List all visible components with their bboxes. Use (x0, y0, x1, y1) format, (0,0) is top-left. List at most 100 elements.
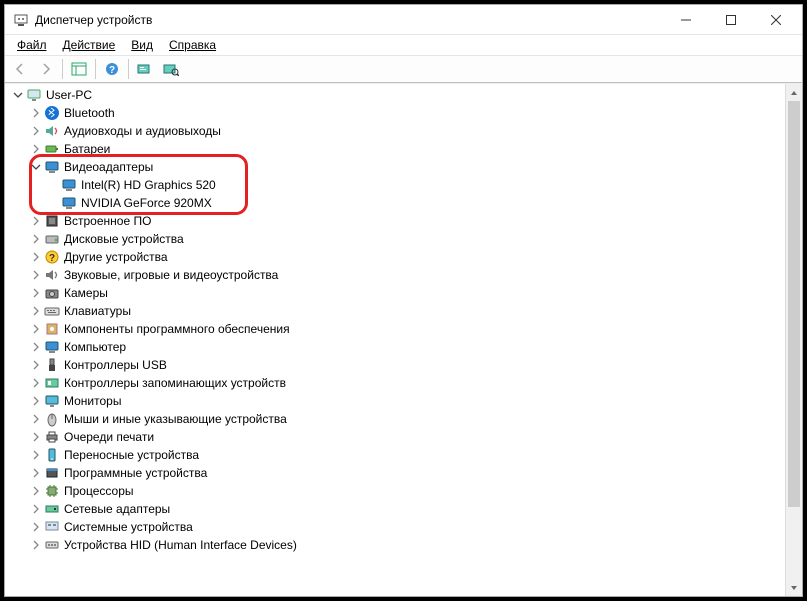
tree-label: Intel(R) HD Graphics 520 (81, 176, 216, 194)
tree-node-keyboards[interactable]: Клавиатуры (7, 302, 785, 320)
tree-node-cameras[interactable]: Камеры (7, 284, 785, 302)
tree-container: User-PC Bluetooth Аудиовходы и аудиовыхо… (5, 83, 802, 596)
tree-leaf-gpu-intel[interactable]: Intel(R) HD Graphics 520 (7, 176, 785, 194)
tree-node-computer[interactable]: Компьютер (7, 338, 785, 356)
caret-closed-icon[interactable] (29, 520, 43, 534)
scroll-track[interactable] (786, 101, 802, 579)
toolbar-scan-button[interactable] (133, 58, 157, 80)
tree-node-software-components[interactable]: Компоненты программного обеспечения (7, 320, 785, 338)
caret-open-icon[interactable] (11, 88, 25, 102)
tree-node-software-devices[interactable]: Программные устройства (7, 464, 785, 482)
software-device-icon (44, 465, 60, 481)
tree-node-system[interactable]: Системные устройства (7, 518, 785, 536)
toolbar-back-button[interactable] (8, 58, 32, 80)
tree-label: Программные устройства (64, 464, 207, 482)
tree-node-batteries[interactable]: Батареи (7, 140, 785, 158)
tree-node-hid[interactable]: Устройства HID (Human Interface Devices) (7, 536, 785, 554)
scroll-up-icon[interactable] (786, 84, 802, 101)
tree-node-other[interactable]: ? Другие устройства (7, 248, 785, 266)
battery-icon (44, 141, 60, 157)
tree-node-monitors[interactable]: Мониторы (7, 392, 785, 410)
scroll-down-icon[interactable] (786, 579, 802, 596)
tree-label: User-PC (46, 86, 92, 104)
tree-node-bluetooth[interactable]: Bluetooth (7, 104, 785, 122)
toolbar-forward-button[interactable] (34, 58, 58, 80)
tree-node-storage-controllers[interactable]: Контроллеры запоминающих устройств (7, 374, 785, 392)
tree-leaf-gpu-nvidia[interactable]: NVIDIA GeForce 920MX (7, 194, 785, 212)
tree-label: Встроенное ПО (64, 212, 151, 230)
display-adapter-icon (61, 177, 77, 193)
tree-node-firmware[interactable]: Встроенное ПО (7, 212, 785, 230)
menu-action[interactable]: Действие (55, 37, 124, 53)
toolbar-show-hidden-button[interactable] (67, 58, 91, 80)
scroll-thumb[interactable] (788, 101, 800, 507)
toolbar-help-button[interactable]: ? (100, 58, 124, 80)
caret-closed-icon[interactable] (29, 376, 43, 390)
menu-view[interactable]: Вид (123, 37, 161, 53)
tree-node-print-queues[interactable]: Очереди печати (7, 428, 785, 446)
caret-closed-icon[interactable] (29, 304, 43, 318)
storage-controller-icon (44, 375, 60, 391)
maximize-button[interactable] (708, 6, 753, 34)
caret-closed-icon[interactable] (29, 466, 43, 480)
window-controls (663, 6, 798, 34)
tree-node-mice[interactable]: Мыши и иные указывающие устройства (7, 410, 785, 428)
caret-closed-icon[interactable] (29, 412, 43, 426)
bluetooth-icon (44, 105, 60, 121)
tree-label: Аудиовходы и аудиовыходы (64, 122, 221, 140)
caret-closed-icon[interactable] (29, 268, 43, 282)
device-tree[interactable]: User-PC Bluetooth Аудиовходы и аудиовыхо… (5, 84, 785, 596)
caret-closed-icon[interactable] (29, 340, 43, 354)
caret-closed-icon[interactable] (29, 394, 43, 408)
caret-closed-icon[interactable] (29, 322, 43, 336)
tree-node-display-adapters[interactable]: Видеоадаптеры (7, 158, 785, 176)
tree-label: Клавиатуры (64, 302, 131, 320)
caret-closed-icon[interactable] (29, 538, 43, 552)
tree-label: Компоненты программного обеспечения (64, 320, 290, 338)
caret-closed-icon[interactable] (29, 448, 43, 462)
minimize-button[interactable] (663, 6, 708, 34)
menu-help[interactable]: Справка (161, 37, 224, 53)
mouse-icon (44, 411, 60, 427)
tree-label: Звуковые, игровые и видеоустройства (64, 266, 278, 284)
tree-node-audio[interactable]: Аудиовходы и аудиовыходы (7, 122, 785, 140)
menu-file[interactable]: Файл (9, 37, 55, 53)
display-adapter-icon (61, 195, 77, 211)
tree-label: Контроллеры USB (64, 356, 167, 374)
display-adapter-icon (44, 159, 60, 175)
toolbar: ? (5, 55, 802, 83)
caret-closed-icon[interactable] (29, 286, 43, 300)
network-adapter-icon (44, 501, 60, 517)
caret-closed-icon[interactable] (29, 250, 43, 264)
processor-icon (44, 483, 60, 499)
tree-node-processors[interactable]: Процессоры (7, 482, 785, 500)
tree-label: Системные устройства (64, 518, 193, 536)
caret-closed-icon[interactable] (29, 106, 43, 120)
audio-icon (44, 123, 60, 139)
caret-closed-icon[interactable] (29, 484, 43, 498)
caret-closed-icon[interactable] (29, 430, 43, 444)
tree-root[interactable]: User-PC (7, 86, 785, 104)
close-button[interactable] (753, 6, 798, 34)
tree-node-network[interactable]: Сетевые адаптеры (7, 500, 785, 518)
tree-node-disk[interactable]: Дисковые устройства (7, 230, 785, 248)
tree-node-portable[interactable]: Переносные устройства (7, 446, 785, 464)
toolbar-scan-hardware-button[interactable] (159, 58, 183, 80)
caret-closed-icon[interactable] (29, 358, 43, 372)
caret-closed-icon[interactable] (29, 214, 43, 228)
caret-closed-icon[interactable] (29, 502, 43, 516)
tree-node-usb[interactable]: Контроллеры USB (7, 356, 785, 374)
caret-closed-icon[interactable] (29, 232, 43, 246)
menu-bar: Файл Действие Вид Справка (5, 35, 802, 55)
caret-closed-icon[interactable] (29, 124, 43, 138)
vertical-scrollbar[interactable] (785, 84, 802, 596)
caret-closed-icon[interactable] (29, 142, 43, 156)
svg-text:?: ? (49, 253, 55, 264)
usb-icon (44, 357, 60, 373)
disk-icon (44, 231, 60, 247)
caret-open-icon[interactable] (29, 160, 43, 174)
computer-icon (26, 87, 42, 103)
tree-label: Bluetooth (64, 104, 115, 122)
monitor-icon (44, 393, 60, 409)
tree-node-sound[interactable]: Звуковые, игровые и видеоустройства (7, 266, 785, 284)
